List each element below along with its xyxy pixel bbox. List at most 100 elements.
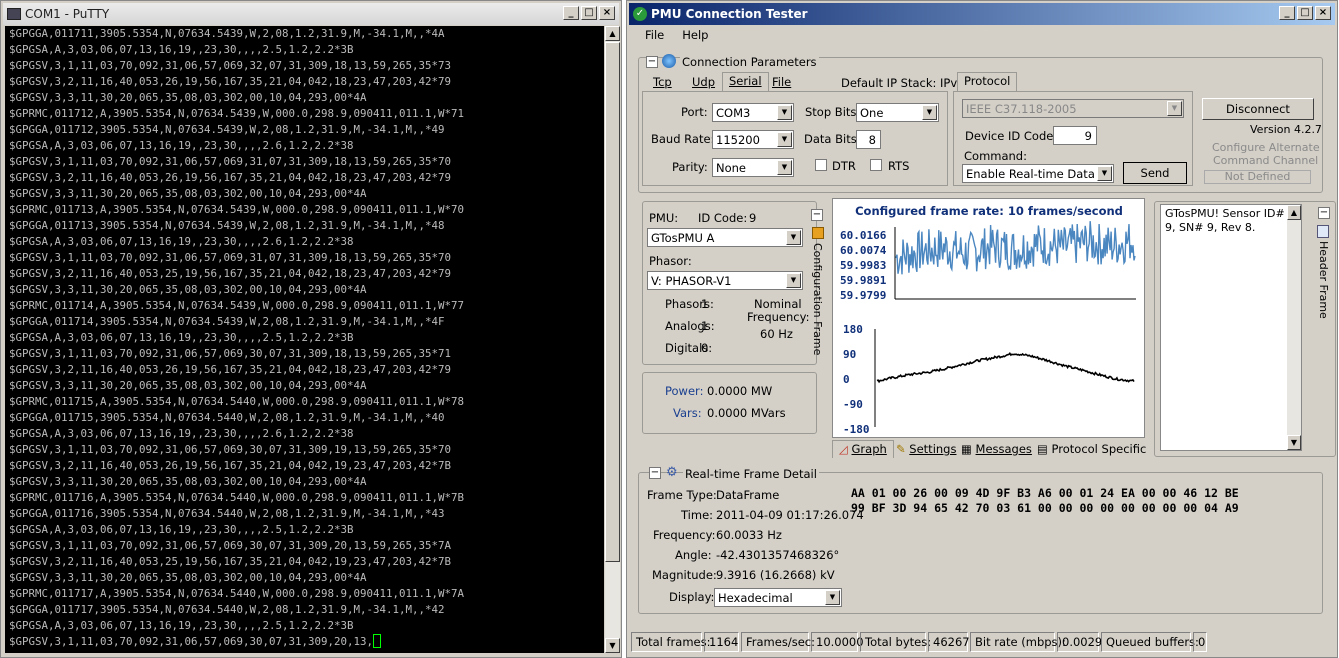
terminal-scrollbar[interactable]: ▲ ▼: [605, 26, 620, 653]
tab-settings[interactable]: ✎ Settings: [890, 441, 962, 457]
scroll-down-arrow-icon: ▼: [1287, 435, 1301, 450]
nominal-frequency-value: 60 Hz: [760, 327, 793, 341]
terminal-line: $GPGSV,3,1,11,03,70,092,31,06,57,069,31,…: [9, 155, 452, 168]
maximize-button[interactable]: □: [1297, 6, 1313, 20]
rts-checkbox[interactable]: [870, 159, 882, 171]
tab-protocol-specific[interactable]: ▤ Protocol Specific: [1031, 441, 1152, 457]
total-frames-value: 1164: [704, 632, 739, 652]
connection-parameters-label: Connection Parameters: [680, 55, 819, 69]
tab-udp[interactable]: Udp: [686, 74, 721, 90]
nominal-label: Nominal: [754, 297, 802, 311]
command-channel-label[interactable]: Command Channel: [1213, 154, 1318, 167]
phasor-select[interactable]: V: PHASOR-V1 ▼: [647, 271, 803, 290]
stop-bits-select[interactable]: One ▼: [856, 103, 939, 122]
frame-type-label: Frame Type:: [647, 488, 717, 502]
scrollbar-thumb[interactable]: [605, 42, 620, 562]
terminal-line: $GPGGA,011713,3905.5354,N,07634.5439,W,2…: [9, 219, 445, 232]
terminal-line: $GPGSV,3,1,11,03,70,092,31,06,57,069,31,…: [9, 251, 452, 264]
terminal-line: $GPGSV,3,3,11,30,20,065,35,08,03,302,00,…: [9, 379, 367, 392]
close-button[interactable]: ×: [599, 6, 615, 20]
terminal-output[interactable]: $GPGGA,011711,3905.5354,N,07634.5439,W,2…: [5, 26, 604, 653]
collapse-toggle[interactable]: −: [646, 56, 658, 68]
rts-label: RTS: [888, 159, 910, 173]
baud-rate-label: Baud Rate:: [651, 132, 715, 146]
menu-help[interactable]: Help: [682, 28, 708, 42]
header-frame-text[interactable]: GTosPMU! Sensor ID# 9, SN# 9, Rev 8.: [1160, 204, 1302, 451]
maximize-button[interactable]: □: [581, 6, 597, 20]
send-button[interactable]: Send: [1123, 162, 1187, 184]
putty-titlebar[interactable]: COM1 - PuTTY _ □ ×: [3, 3, 619, 25]
configuration-frame-tab[interactable]: Configuration Frame: [811, 243, 824, 355]
terminal-line: $GPGSV,3,2,11,16,40,053,26,19,56,167,35,…: [9, 75, 452, 88]
header-frame-tab[interactable]: Header Frame: [1317, 241, 1330, 319]
terminal-line: $GPGSV,3,2,11,16,40,053,25,19,56,167,35,…: [9, 267, 452, 280]
freq-tick-label: 60.0074: [840, 244, 887, 257]
scroll-down-arrow-icon[interactable]: ▼: [605, 638, 620, 653]
protocol-select[interactable]: IEEE C37.118-2005 ▼: [962, 99, 1184, 118]
terminal-line: $GPGSV,3,2,11,16,40,053,26,19,56,167,35,…: [9, 171, 452, 184]
minimize-button[interactable]: _: [1279, 6, 1295, 20]
queued-buffers-value: 0: [1193, 632, 1207, 652]
tab-messages[interactable]: ▦ Messages: [955, 441, 1038, 457]
power-panel: [642, 372, 817, 434]
disconnect-button[interactable]: Disconnect: [1202, 98, 1314, 120]
hex-line-1: AA 01 00 26 00 09 4D 9F B3 A6 00 01 24 E…: [851, 486, 1239, 500]
data-bits-label: Data Bits:: [804, 132, 861, 146]
configure-alternate-label[interactable]: Configure Alternate: [1212, 141, 1320, 154]
queued-buffers-label: Queued buffers:: [1101, 632, 1199, 652]
not-defined-field: Not Defined: [1204, 170, 1311, 184]
close-button[interactable]: ×: [1315, 6, 1331, 20]
bit-rate-label: Bit rate (mbps):: [970, 632, 1066, 652]
menu-file[interactable]: File: [645, 28, 664, 42]
data-bits-field[interactable]: 8: [856, 130, 881, 149]
terminal-line: $GPGSV,3,2,11,16,40,053,26,19,56,167,35,…: [9, 363, 452, 376]
scroll-up-arrow-icon[interactable]: ▲: [605, 26, 620, 41]
terminal-line: $GPGSV,3,3,11,30,20,065,35,08,03,302,00,…: [9, 571, 367, 584]
terminal-line: $GPRMC,011716,A,3905.5354,N,07634.5440,W…: [9, 491, 465, 504]
terminal-line: $GPGGA,011711,3905.5354,N,07634.5439,W,2…: [9, 27, 445, 40]
menu-bar: File Help: [631, 28, 708, 42]
chevron-down-icon: ▼: [1167, 101, 1182, 116]
pmu-select[interactable]: GTosPMU A ▼: [647, 228, 803, 247]
magnitude-value: 9.3916 (16.2668) kV: [716, 568, 835, 582]
angle-tick-label: 0: [843, 373, 850, 386]
scroll-up-arrow-icon: ▲: [1287, 205, 1301, 220]
device-id-field[interactable]: 9: [1053, 126, 1097, 145]
configuration-icon: [812, 227, 824, 239]
terminal-line: $GPGSA,A,3,03,06,07,13,16,19,,23,30,,,,2…: [9, 523, 354, 536]
tab-graph[interactable]: ◿ Graph: [832, 440, 894, 458]
stop-bits-label: Stop Bits:: [805, 105, 861, 119]
chevron-down-icon: ▼: [825, 590, 840, 605]
terminal-line: $GPGSA,A,3,03,06,07,13,16,19,,23,30,,,,2…: [9, 331, 354, 344]
command-select[interactable]: Enable Real-time Data ▼: [962, 164, 1114, 183]
display-select[interactable]: Hexadecimal ▼: [714, 588, 842, 607]
baud-rate-select[interactable]: 115200 ▼: [712, 130, 794, 149]
collapse-toggle[interactable]: −: [1318, 207, 1330, 219]
settings-icon: ✎: [896, 442, 906, 456]
tab-file[interactable]: File: [766, 74, 797, 90]
tab-protocol[interactable]: Protocol: [957, 72, 1018, 92]
terminal-line: $GPGSV,3,2,11,16,40,053,25,19,56,167,35,…: [9, 555, 452, 568]
terminal-line: $GPRMC,011717,A,3905.5354,N,07634.5440,W…: [9, 587, 465, 600]
minimize-button[interactable]: _: [563, 6, 579, 20]
terminal-line: $GPGSV,3,3,11,30,20,065,35,08,03,302,00,…: [9, 283, 367, 296]
port-select[interactable]: COM3 ▼: [712, 103, 794, 122]
realtime-frame-label: Real-time Frame Detail: [683, 467, 819, 481]
graph-panel: Configured frame rate: 10 frames/second 6…: [832, 198, 1145, 438]
total-frames-label: Total frames:: [631, 632, 710, 652]
collapse-toggle[interactable]: −: [649, 467, 661, 479]
collapse-toggle[interactable]: −: [811, 209, 823, 221]
header-scrollbar[interactable]: ▲ ▼: [1287, 205, 1301, 450]
frequency-detail-value: 60.0033 Hz: [716, 528, 782, 542]
terminal-line: $GPGSV,3,1,11,03,70,092,31,06,57,069,30,…: [9, 443, 452, 456]
dtr-checkbox[interactable]: [815, 159, 827, 171]
pmu-titlebar[interactable]: ✓ PMU Connection Tester _ □ ×: [629, 3, 1335, 25]
globe-icon: [662, 54, 676, 68]
tab-tcp[interactable]: Tcp: [647, 74, 678, 90]
terminal-line: $GPGSV,3,3,11,30,20,065,35,08,03,302,00,…: [9, 187, 367, 200]
tab-serial[interactable]: Serial: [722, 72, 769, 92]
power-value: 0.0000 MW: [707, 384, 773, 398]
parity-select[interactable]: None ▼: [712, 158, 794, 177]
freq-tick-label: 59.9799: [840, 289, 886, 302]
terminal-line: $GPGSA,A,3,03,06,07,13,16,19,,23,30,,,,2…: [9, 619, 354, 632]
